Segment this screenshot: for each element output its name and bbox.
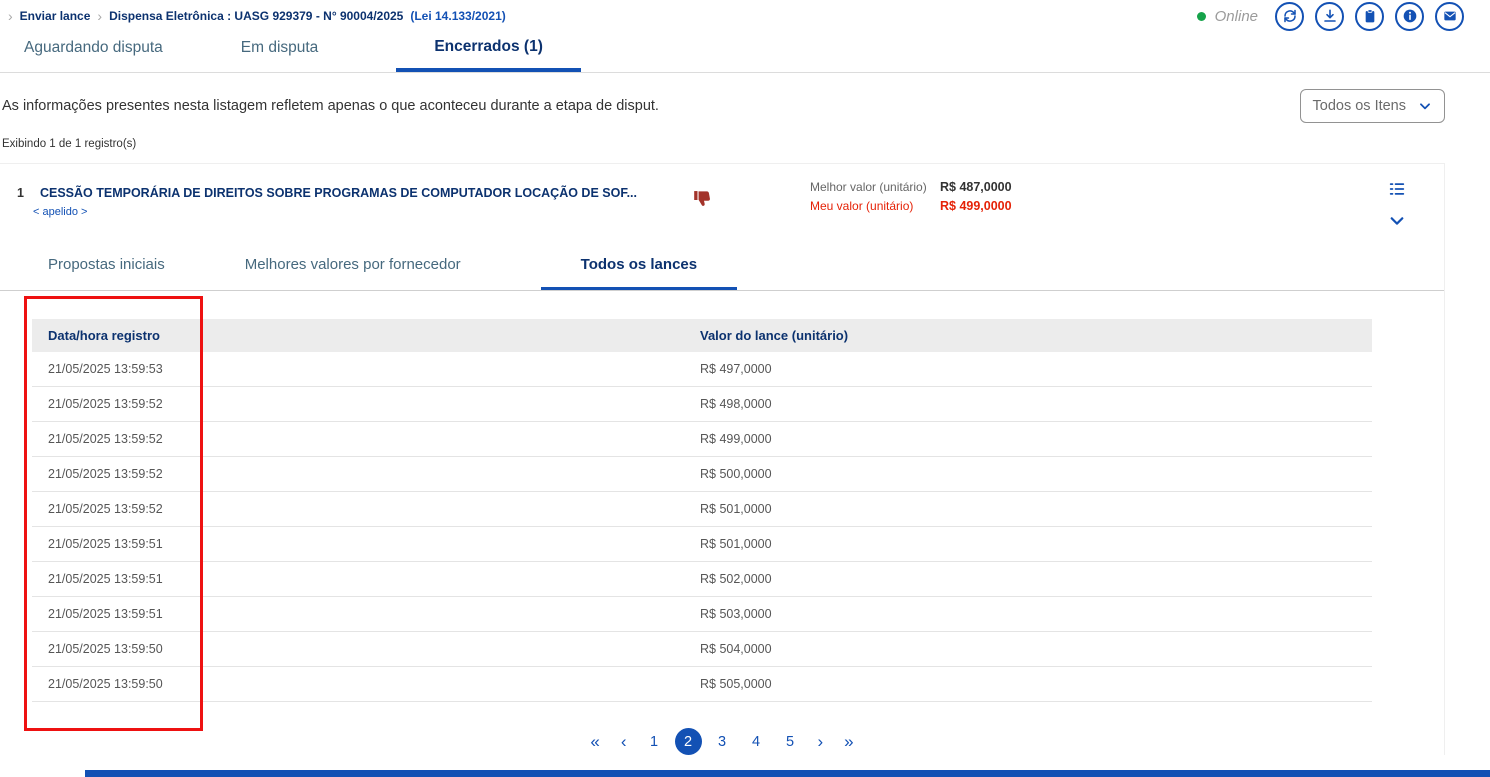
- items-filter-dropdown[interactable]: Todos os Itens: [1300, 89, 1446, 123]
- bid-datetime: 21/05/2025 13:59:53: [32, 362, 700, 376]
- listing-notice: As informações presentes nesta listagem …: [2, 98, 659, 114]
- table-row: 21/05/2025 13:59:52R$ 498,0000: [32, 387, 1372, 422]
- item-title: CESSÃO TEMPORÁRIA DE DIREITOS SOBRE PROG…: [40, 186, 637, 200]
- bid-datetime: 21/05/2025 13:59:50: [32, 677, 700, 691]
- bid-datetime: 21/05/2025 13:59:52: [32, 432, 700, 446]
- bid-value: R$ 502,0000: [700, 572, 1372, 586]
- refresh-button[interactable]: [1275, 2, 1304, 31]
- item-card: 1 CESSÃO TEMPORÁRIA DE DIREITOS SOBRE PR…: [0, 163, 1445, 755]
- page-button-4[interactable]: 4: [743, 728, 770, 755]
- mail-button[interactable]: [1435, 2, 1464, 31]
- main-tabs: Aguardando disputa Em disputa Encerrados…: [0, 30, 1490, 73]
- info-button[interactable]: [1395, 2, 1424, 31]
- breadcrumb-law-link[interactable]: (Lei 14.133/2021): [410, 9, 505, 23]
- column-header-value: Valor do lance (unitário): [700, 328, 1372, 343]
- page-button-5[interactable]: 5: [777, 728, 804, 755]
- chevron-right-icon: ›: [97, 9, 102, 23]
- item-values: Melhor valor (unitário) R$ 487,0000 Meu …: [810, 180, 1012, 213]
- table-row: 21/05/2025 13:59:51R$ 502,0000: [32, 562, 1372, 597]
- notice-row: As informações presentes nesta listagem …: [0, 73, 1490, 123]
- footer-bar: [85, 770, 1490, 777]
- bid-datetime: 21/05/2025 13:59:50: [32, 642, 700, 656]
- refresh-icon: [1282, 8, 1298, 24]
- breadcrumb: › Enviar lance › Dispensa Eletrônica : U…: [8, 9, 506, 23]
- tab-propostas-iniciais[interactable]: Propostas iniciais: [48, 252, 165, 290]
- bid-value: R$ 501,0000: [700, 537, 1372, 551]
- online-status-dot: [1197, 12, 1206, 21]
- breadcrumb-enviar-lance[interactable]: Enviar lance: [20, 9, 91, 23]
- bids-table: Data/hora registro Valor do lance (unitá…: [32, 319, 1372, 702]
- item-controls: [1388, 180, 1406, 230]
- item-list-button[interactable]: [1388, 180, 1406, 198]
- last-page-button[interactable]: »: [837, 730, 860, 754]
- clipboard-icon: [1362, 8, 1378, 24]
- bids-table-body: 21/05/2025 13:59:53R$ 497,000021/05/2025…: [32, 352, 1372, 702]
- item-inner-tabs: Propostas iniciais Melhores valores por …: [0, 252, 1444, 291]
- tab-encerrados[interactable]: Encerrados (1): [396, 30, 581, 72]
- topbar-actions: Online: [1197, 2, 1464, 31]
- info-icon: [1402, 8, 1418, 24]
- page-button-2[interactable]: 2: [675, 728, 702, 755]
- pagination: « ‹ 12345 › »: [0, 728, 1444, 755]
- list-check-icon: [1388, 180, 1406, 198]
- pagination-pages: 12345: [641, 728, 804, 755]
- chevron-right-icon: ›: [8, 9, 13, 23]
- table-row: 21/05/2025 13:59:51R$ 501,0000: [32, 527, 1372, 562]
- thumbs-down-icon: [692, 188, 713, 214]
- bid-value: R$ 505,0000: [700, 677, 1372, 691]
- tab-todos-os-lances[interactable]: Todos os lances: [541, 252, 737, 290]
- bid-value: R$ 504,0000: [700, 642, 1372, 656]
- table-row: 21/05/2025 13:59:52R$ 500,0000: [32, 457, 1372, 492]
- item-alias-link[interactable]: < apelido >: [33, 206, 87, 218]
- prev-page-button[interactable]: ‹: [614, 730, 634, 754]
- bid-datetime: 21/05/2025 13:59:52: [32, 502, 700, 516]
- item-header: 1 CESSÃO TEMPORÁRIA DE DIREITOS SOBRE PR…: [0, 164, 1444, 252]
- bid-value: R$ 501,0000: [700, 502, 1372, 516]
- bid-datetime: 21/05/2025 13:59:51: [32, 572, 700, 586]
- next-page-button[interactable]: ›: [811, 730, 831, 754]
- items-filter-value: Todos os Itens: [1313, 98, 1407, 114]
- bid-datetime: 21/05/2025 13:59:52: [32, 467, 700, 481]
- download-button[interactable]: [1315, 2, 1344, 31]
- my-value: R$ 499,0000: [940, 199, 1012, 213]
- table-row: 21/05/2025 13:59:51R$ 503,0000: [32, 597, 1372, 632]
- chevron-down-icon: [1388, 212, 1406, 230]
- bid-datetime: 21/05/2025 13:59:51: [32, 537, 700, 551]
- best-value: R$ 487,0000: [940, 180, 1012, 194]
- top-bar: › Enviar lance › Dispensa Eletrônica : U…: [0, 0, 1490, 30]
- item-collapse-button[interactable]: [1388, 212, 1406, 230]
- my-value-label: Meu valor (unitário): [810, 199, 940, 213]
- bid-value: R$ 499,0000: [700, 432, 1372, 446]
- table-row: 21/05/2025 13:59:53R$ 497,0000: [32, 352, 1372, 387]
- breadcrumb-dispensa[interactable]: Dispensa Eletrônica : UASG 929379 - N° 9…: [109, 9, 403, 23]
- first-page-button[interactable]: «: [583, 730, 606, 754]
- column-header-datetime: Data/hora registro: [32, 328, 700, 343]
- bid-value: R$ 498,0000: [700, 397, 1372, 411]
- table-row: 21/05/2025 13:59:52R$ 499,0000: [32, 422, 1372, 457]
- clipboard-button[interactable]: [1355, 2, 1384, 31]
- mail-icon: [1442, 8, 1458, 24]
- bid-datetime: 21/05/2025 13:59:51: [32, 607, 700, 621]
- bid-value: R$ 503,0000: [700, 607, 1372, 621]
- table-row: 21/05/2025 13:59:52R$ 501,0000: [32, 492, 1372, 527]
- page-button-1[interactable]: 1: [641, 728, 668, 755]
- tab-aguardando-disputa[interactable]: Aguardando disputa: [24, 31, 163, 72]
- table-row: 21/05/2025 13:59:50R$ 505,0000: [32, 667, 1372, 702]
- page-button-3[interactable]: 3: [709, 728, 736, 755]
- bids-table-header: Data/hora registro Valor do lance (unitá…: [32, 319, 1372, 352]
- item-number: 1: [17, 186, 24, 200]
- tab-melhores-valores[interactable]: Melhores valores por fornecedor: [245, 252, 461, 290]
- online-status-label: Online: [1215, 8, 1258, 25]
- records-summary: Exibindo 1 de 1 registro(s): [0, 123, 1490, 150]
- best-value-label: Melhor valor (unitário): [810, 180, 940, 194]
- bid-value: R$ 497,0000: [700, 362, 1372, 376]
- bid-value: R$ 500,0000: [700, 467, 1372, 481]
- bid-datetime: 21/05/2025 13:59:52: [32, 397, 700, 411]
- table-row: 21/05/2025 13:59:50R$ 504,0000: [32, 632, 1372, 667]
- chevron-down-icon: [1418, 99, 1432, 113]
- download-icon: [1322, 8, 1338, 24]
- tab-em-disputa[interactable]: Em disputa: [241, 31, 319, 72]
